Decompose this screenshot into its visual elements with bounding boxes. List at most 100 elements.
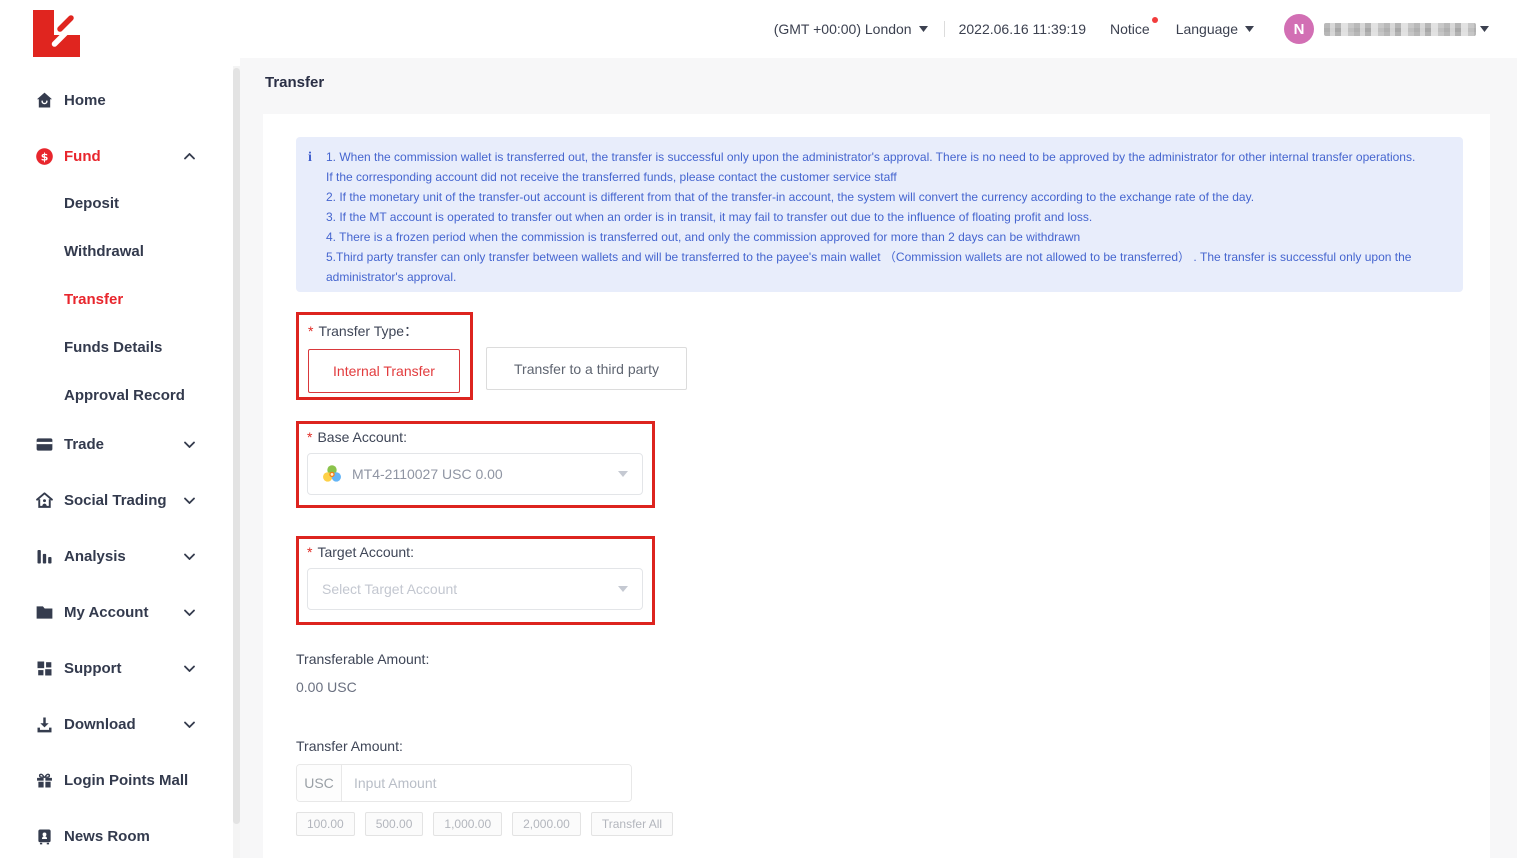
sidebar-item-support[interactable]: Support [0, 656, 232, 680]
target-account-placeholder: Select Target Account [322, 581, 457, 597]
transferable-amount-label: Transferable Amount: [296, 651, 1463, 667]
notice-line: 2. If the monetary unit of the transfer-… [326, 187, 1445, 207]
timezone-selector[interactable]: (GMT +00:00) London [774, 21, 928, 37]
transfer-amount-label: Transfer Amount: [296, 738, 1463, 754]
bar-chart-icon [33, 545, 55, 567]
annotation-highlight-target-account: *Target Account: Select Target Account [296, 536, 655, 625]
gift-icon [33, 769, 55, 791]
sidebar-item-label: Home [64, 92, 106, 109]
chevron-down-icon [184, 609, 195, 616]
page-title: Transfer [265, 74, 324, 91]
sidebar-item-login-points-mall[interactable]: Login Points Mall [0, 768, 232, 792]
brand-logo[interactable] [33, 10, 80, 57]
sidebar-item-label: Download [64, 716, 136, 733]
chevron-down-icon [184, 665, 195, 672]
caret-down-icon [919, 26, 928, 32]
chevron-up-icon [184, 153, 195, 160]
sidebar-item-trade[interactable]: Trade [0, 432, 232, 456]
transfer-card: i 1. When the commission wallet is trans… [263, 114, 1490, 858]
notice-box: i 1. When the commission wallet is trans… [296, 137, 1463, 292]
chevron-down-icon [184, 497, 195, 504]
third-party-transfer-button[interactable]: Transfer to a third party [486, 347, 687, 390]
caret-down-icon [618, 471, 628, 477]
base-account-label: *Base Account: [307, 429, 652, 445]
chevron-down-icon [184, 553, 195, 560]
house-person-icon [33, 489, 55, 511]
annotation-highlight-base-account: *Base Account: MT4-2110027 USC 0.00 [296, 421, 655, 508]
svg-text:$: $ [40, 150, 48, 163]
currency-prefix: USC [297, 765, 342, 801]
target-account-label: *Target Account: [307, 544, 652, 560]
timezone-label: (GMT +00:00) London [774, 21, 912, 37]
caret-down-icon[interactable] [1480, 26, 1489, 32]
dollar-icon: $ [33, 145, 55, 167]
quick-amount-button-100[interactable]: 100.00 [296, 812, 355, 836]
notice-link[interactable]: Notice [1110, 21, 1150, 37]
notice-line: 5.Third party transfer can only transfer… [326, 247, 1445, 287]
base-account-select[interactable]: MT4-2110027 USC 0.00 [307, 453, 643, 495]
username-redacted[interactable] [1324, 23, 1476, 36]
internal-transfer-button[interactable]: Internal Transfer [308, 349, 460, 393]
sidebar-item-label: Support [64, 660, 122, 677]
base-account-value: MT4-2110027 USC 0.00 [352, 466, 503, 482]
transfer-amount-input-group: USC [296, 764, 632, 802]
home-icon [33, 89, 55, 111]
notice-line: 3. If the MT account is operated to tran… [326, 207, 1445, 227]
sidebar-item-label: My Account [64, 604, 148, 621]
sidebar-item-transfer[interactable]: Transfer [0, 287, 232, 311]
news-icon [33, 825, 55, 847]
sidebar-item-deposit[interactable]: Deposit [0, 191, 232, 215]
sidebar-item-label: Funds Details [64, 339, 162, 356]
quick-amount-button-500[interactable]: 500.00 [365, 812, 424, 836]
sidebar-item-download[interactable]: Download [0, 712, 232, 736]
transfer-type-section: *Transfer Type： Internal Transfer Transf… [296, 312, 1463, 400]
sidebar-item-label: Analysis [64, 548, 126, 565]
sidebar-item-social-trading[interactable]: Social Trading [0, 488, 232, 512]
target-account-select[interactable]: Select Target Account [307, 568, 643, 610]
sidebar-item-funds-details[interactable]: Funds Details [0, 335, 232, 359]
sidebar-item-label: Fund [64, 148, 101, 165]
top-bar: (GMT +00:00) London 2022.06.16 11:39:19 … [240, 0, 1517, 58]
quick-amount-button-1000[interactable]: 1,000.00 [433, 812, 502, 836]
sidebar-item-news-room[interactable]: News Room [0, 824, 232, 848]
quick-amount-row: 100.00 500.00 1,000.00 2,000.00 Transfer… [296, 812, 1463, 836]
chevron-down-icon [184, 721, 195, 728]
folder-icon [33, 601, 55, 623]
sidebar-item-label: News Room [64, 828, 150, 845]
sidebar-item-fund[interactable]: $ Fund [0, 144, 232, 168]
sidebar-item-label: Social Trading [64, 492, 167, 509]
notice-line: 4. There is a frozen period when the com… [326, 227, 1445, 247]
wallet-icon [33, 433, 55, 455]
notice-line: If the corresponding account did not rec… [326, 167, 1445, 187]
server-datetime: 2022.06.16 11:39:19 [959, 21, 1086, 37]
sidebar-scrollbar-track [233, 66, 240, 858]
brand-logo-icon [33, 10, 80, 57]
grid-icon [33, 657, 55, 679]
caret-down-icon [1245, 26, 1254, 32]
transferable-amount-value: 0.00 USC [296, 679, 1463, 695]
sidebar-item-label: Withdrawal [64, 243, 144, 260]
sidebar: Home $ Fund Deposit Withdrawal Transfer … [0, 0, 240, 858]
sidebar-item-my-account[interactable]: My Account [0, 600, 232, 624]
sidebar-item-label: Login Points Mall [64, 772, 188, 789]
sidebar-item-home[interactable]: Home [0, 88, 232, 112]
language-selector[interactable]: Language [1176, 21, 1254, 37]
transfer-all-button[interactable]: Transfer All [591, 812, 673, 836]
mt4-platform-icon [322, 464, 342, 484]
sidebar-scrollbar-thumb[interactable] [233, 68, 240, 824]
required-asterisk: * [307, 544, 312, 560]
sidebar-item-withdrawal[interactable]: Withdrawal [0, 239, 232, 263]
user-avatar[interactable]: N [1284, 14, 1314, 44]
info-icon: i [308, 148, 312, 168]
annotation-highlight-transfer-type: *Transfer Type： Internal Transfer [296, 312, 473, 400]
sidebar-item-label: Approval Record [64, 387, 185, 404]
chevron-down-icon [184, 441, 195, 448]
sidebar-item-analysis[interactable]: Analysis [0, 544, 232, 568]
caret-down-icon [618, 586, 628, 592]
notice-line: 1. When the commission wallet is transfe… [326, 147, 1445, 167]
quick-amount-button-2000[interactable]: 2,000.00 [512, 812, 581, 836]
transfer-amount-input[interactable] [342, 765, 631, 801]
required-asterisk: * [307, 429, 312, 445]
sidebar-item-approval-record[interactable]: Approval Record [0, 383, 232, 407]
sidebar-item-label: Trade [64, 436, 104, 453]
